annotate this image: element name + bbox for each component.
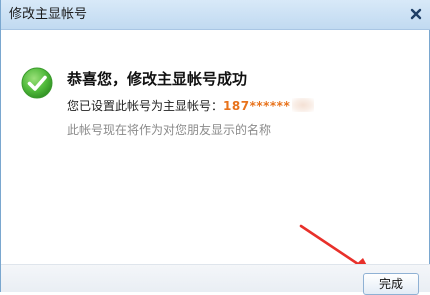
success-headline: 恭喜您，修改主显帐号成功 bbox=[67, 70, 248, 88]
close-button[interactable] bbox=[407, 5, 425, 23]
display-name-hint: 此帐号现在将作为对您朋友显示的名称 bbox=[67, 123, 272, 137]
title-bar: 修改主显帐号 bbox=[1, 0, 430, 30]
redaction-blur bbox=[292, 98, 315, 112]
window-title: 修改主显帐号 bbox=[9, 7, 88, 22]
account-set-label: 您已设置此帐号为主显帐号： bbox=[67, 99, 224, 113]
dialog-window: 修改主显帐号 恭喜您，修改主显帐号成功 您已设置此帐号为主显帐号：187****… bbox=[0, 0, 430, 295]
account-set-line: 您已设置此帐号为主显帐号：187****** bbox=[67, 97, 315, 115]
check-circle-icon bbox=[21, 67, 53, 99]
account-number: 187****** bbox=[223, 99, 291, 113]
close-icon bbox=[410, 8, 422, 20]
